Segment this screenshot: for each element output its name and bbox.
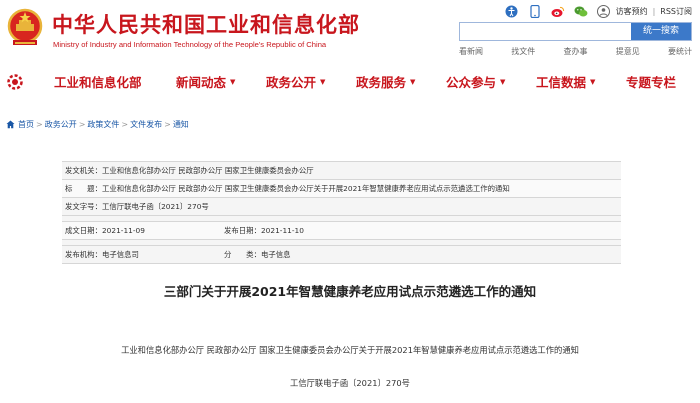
article-issuer-line: 工业和信息化部办公厅 民政部办公厅 国家卫生健康委员会办公厅关于开展2021年智… [121,345,579,355]
publish-date-label: 发布日期： [224,226,261,235]
nav-item-ministry[interactable]: 工业和信息化部 [54,72,142,91]
written-date-label: 成文日期： [65,226,102,235]
breadcrumb: 首页 > 政务公开 > 政策文件 > 文件发布 > 通知 [6,117,189,131]
breadcrumb-notice[interactable]: 通知 [173,119,189,130]
main-nav: 工业和信息化部 新闻动态 ▼ 政务公开 ▼ 政务服务 ▼ 公众参与 ▼ 工信数据… [0,68,700,96]
nav-item-news[interactable]: 新闻动态 [176,72,226,91]
nav-item-gov-affairs[interactable]: 政务公开 [266,72,316,91]
nav-public-participation-chevron-icon: ▼ [500,78,506,86]
home-icon [6,120,15,128]
rss-link[interactable]: RSS订阅 [660,6,692,17]
weibo-icon[interactable] [551,4,565,18]
quick-link-services[interactable]: 查办事 [564,46,588,57]
article-doc-number: 工信厅联电子函〔2021〕270号 [290,378,410,388]
breadcrumb-gov-affairs[interactable]: 政务公开 [45,119,77,130]
meta-row-title: 标 题： 工业和信息化部办公厅 民政部办公厅 国家卫生健康委员会办公厅关于开展2… [62,180,621,198]
breadcrumb-home[interactable]: 首页 [18,119,34,130]
breadcrumb-separator: > [164,119,171,129]
doc-no-label: 发文字号： [65,202,102,211]
visitor-appointment-link[interactable]: 访客预约 [616,6,648,17]
nav-news-chevron-icon: ▼ [230,78,236,86]
breadcrumb-separator: > [36,119,43,129]
quick-link-files[interactable]: 找文件 [511,46,535,57]
mobile-icon[interactable] [528,4,542,18]
issuing-org-label: 发文机关： [65,166,102,175]
site-subtitle: Ministry of Industry and Information Tec… [53,40,327,49]
quick-link-feedback[interactable]: 提意见 [616,46,640,57]
breadcrumb-separator: > [78,119,86,129]
title-label: 标 题： [65,184,102,193]
nav-item-data[interactable]: 工信数据 [536,72,586,91]
breadcrumb-separator: > [121,119,129,129]
article-title: 三部门关于开展2021年智慧健康养老应用试点示范遴选工作的通知 [163,284,537,299]
unified-search-button[interactable]: 统一搜索 [631,23,691,40]
search-input[interactable] [460,23,632,40]
issuing-org-value: 工业和信息化部办公厅 民政部办公厅 国家卫生健康委员会办公厅 [101,166,314,175]
meta-row-issuing-org: 发文机关： 工业和信息化部办公厅 民政部办公厅 国家卫生健康委员会办公厅 [62,162,621,180]
breadcrumb-policy-docs[interactable]: 政策文件 [87,119,119,130]
national-emblem-logo[interactable] [7,8,43,48]
nav-item-gov-services[interactable]: 政务服务 [356,72,406,91]
publish-date-value: 2021-11-10 [260,226,304,235]
doc-no-value: 工信厅联电子函〔2021〕270号 [101,202,209,211]
wechat-icon[interactable] [574,4,588,18]
nav-gov-affairs-chevron-icon: ▼ [320,78,326,86]
search-box: 统一搜索 [459,22,692,41]
utility-separator: | [652,6,656,16]
breadcrumb-doc-release[interactable]: 文件发布 [130,119,162,130]
quick-link-statistics[interactable]: 要统计 [668,46,692,57]
category-value: 电子信息 [260,250,291,259]
nav-item-public-participation[interactable]: 公众参与 [446,72,496,91]
visitor-appointment-icon [597,4,611,18]
title-value: 工业和信息化部办公厅 民政部办公厅 国家卫生健康委员会办公厅关于开展2021年智… [101,184,510,193]
meta-row-dates: 成文日期： 2021-11-09 发布日期： 2021-11-10 [62,222,621,240]
utility-bar: 访客预约 | RSS订阅 [496,2,692,20]
quick-link-news[interactable]: 看新闻 [459,46,483,57]
home-gear-icon[interactable] [5,72,25,92]
site-header: 中华人民共和国工业和信息化部 Ministry of Industry and … [0,0,700,64]
meta-row-doc-no: 发文字号： 工信厅联电子函〔2021〕270号 [62,198,621,216]
meta-row-publisher: 发布机构： 电子信息司 分 类： 电子信息 [62,246,621,264]
document-meta-table: 发文机关： 工业和信息化部办公厅 民政部办公厅 国家卫生健康委员会办公厅 标 题… [62,161,621,264]
nav-item-special-topics[interactable]: 专题专栏 [626,72,676,91]
publisher-label: 发布机构： [65,250,102,259]
written-date-value: 2021-11-09 [101,226,145,235]
publisher-value: 电子信息司 [101,250,139,259]
category-label: 分 类： [224,250,261,259]
nav-gov-services-chevron-icon: ▼ [410,78,416,86]
quick-links: 看新闻 找文件 查办事 提意见 要统计 [459,46,692,57]
site-title[interactable]: 中华人民共和国工业和信息化部 [52,9,360,39]
accessibility-icon[interactable] [505,4,519,18]
nav-data-chevron-icon: ▼ [590,78,596,86]
